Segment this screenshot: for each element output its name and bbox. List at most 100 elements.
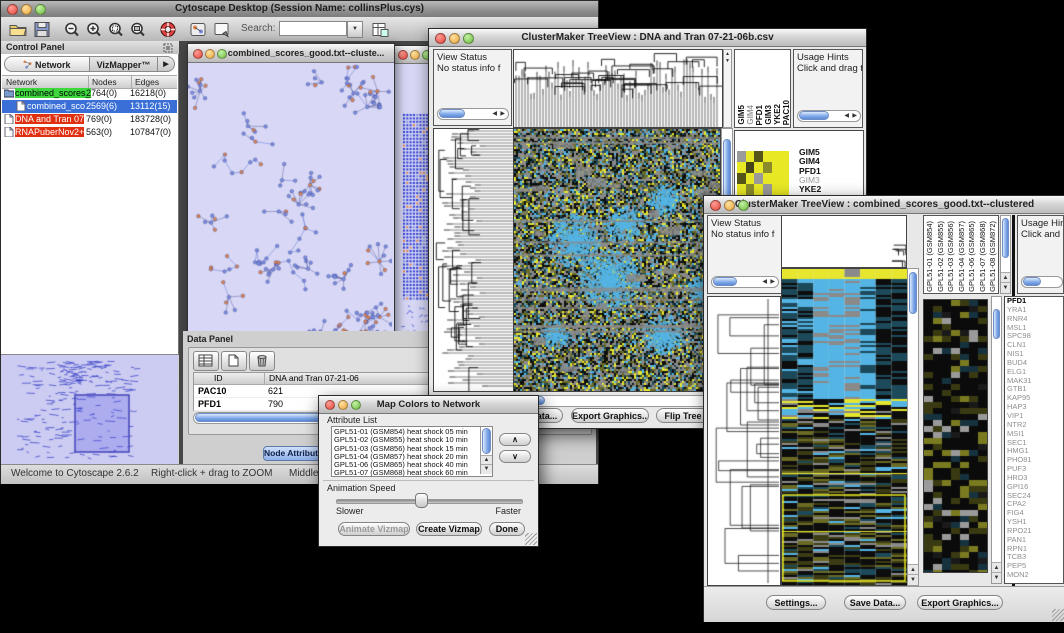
select-attributes-button[interactable] — [193, 351, 219, 371]
vizmapper-icon[interactable] — [189, 21, 207, 38]
zoom-in-icon[interactable] — [85, 21, 103, 38]
attribute-browser-icon[interactable] — [371, 21, 389, 38]
network-table-row[interactable]: combined_sco2569(6)13112(15) — [2, 100, 177, 113]
zoom-button[interactable] — [351, 400, 361, 410]
similarity-cell — [772, 151, 781, 162]
tv2-column-labels-vscrollbar[interactable]: ▲ ▼ — [1000, 215, 1011, 294]
network-canvas-1[interactable] — [188, 63, 392, 373]
main-window-title: Cytoscape Desktop (Session Name: collins… — [1, 1, 598, 17]
tv2-settings-button[interactable]: Settings... — [766, 595, 826, 610]
minimize-button[interactable] — [410, 50, 420, 60]
tv1-row-dendrogram[interactable] — [433, 128, 514, 392]
tv1-status-hscrollbar[interactable]: ◀ ▶ — [437, 108, 509, 120]
move-down-button[interactable]: ∨ — [499, 450, 531, 463]
control-panel-tabs: Network VizMapper™ ▶ — [4, 56, 175, 72]
tv2-usage-hscrollbar[interactable] — [1021, 276, 1063, 288]
network-name: combined_scores_ — [15, 88, 91, 98]
network-table-row[interactable]: DNA and Tran 07769(0)183728(0) — [2, 113, 177, 126]
gene-label[interactable]: MON2 — [1007, 571, 1063, 580]
close-button[interactable] — [398, 50, 408, 60]
tv2-column-dendrogram[interactable] — [781, 215, 907, 268]
nodes-count: 2764(0) — [86, 87, 129, 100]
float-panel-icon[interactable] — [163, 43, 173, 53]
similarity-cell — [746, 184, 755, 195]
done-button[interactable]: Done — [489, 522, 525, 536]
similarity-cell — [754, 184, 763, 195]
tv2-save-data-button[interactable]: Save Data... — [844, 595, 906, 610]
minimize-button[interactable] — [205, 49, 215, 59]
attribute-list-item[interactable]: GPL51-07 (GSM868) heat shock 60 min — [334, 469, 476, 477]
annotation-icon[interactable] — [213, 21, 231, 38]
tv2-column-label: GPL51-07 (GSM868) — [978, 221, 989, 292]
speed-slider-thumb[interactable] — [415, 493, 428, 508]
tv1-column-label: GIM4 — [746, 105, 755, 125]
close-button[interactable] — [435, 33, 446, 44]
zoom-fit-icon[interactable] — [129, 21, 147, 38]
resize-grip[interactable] — [1052, 609, 1064, 621]
open-session-icon[interactable] — [9, 21, 27, 38]
zoom-out-icon[interactable] — [63, 21, 81, 38]
data-panel-title: Data Panel — [187, 334, 233, 344]
new-attribute-button[interactable] — [221, 351, 247, 371]
similarity-cell — [763, 173, 772, 184]
tv2-status-hscrollbar[interactable]: ◀ ▶ — [711, 276, 779, 288]
tv2-zoom-heatmap[interactable] — [923, 299, 988, 573]
network-name: DNA and Tran 07 — [15, 114, 84, 124]
delete-attribute-button[interactable] — [249, 351, 275, 371]
attribute-list-box[interactable]: GPL51-01 (GSM854) heat shock 05 minGPL51… — [331, 426, 493, 477]
animate-vizmap-button[interactable]: Animate Vizmap — [338, 522, 410, 536]
attribute-list-label: Attribute List — [327, 415, 377, 425]
tab-vizmapper[interactable]: VizMapper™ — [90, 56, 158, 72]
close-button[interactable] — [193, 49, 203, 59]
move-up-button[interactable]: ∧ — [499, 433, 531, 446]
tv1-label-scroll-strip[interactable]: ▲ ▼ — [723, 49, 732, 128]
zoom-button[interactable] — [738, 200, 749, 211]
status-pan-hint: Middle- — [289, 465, 322, 483]
search-label: Search: — [241, 17, 275, 41]
similarity-cell — [737, 162, 746, 173]
tv1-column-dendrogram[interactable] — [513, 49, 723, 128]
close-button[interactable] — [325, 400, 335, 410]
network-table-row[interactable]: combined_scores_2764(0)16218(0) — [2, 87, 177, 100]
tv2-view-status-info: No status info f — [708, 229, 781, 242]
tv2-view-status-panel: View Status No status info f ◀ ▶ — [707, 215, 782, 294]
attribute-list-vscrollbar[interactable]: ▲ ▼ — [480, 427, 492, 474]
tv2-gene-list[interactable]: PFD1YRA1RNR4MSL1SPC98CLN1NIS1BUD4ELG1MAK… — [1004, 296, 1064, 584]
minimize-button[interactable] — [449, 33, 460, 44]
tv1-usage-hscrollbar[interactable]: ◀ ▶ — [797, 110, 861, 122]
similarity-cell — [780, 173, 789, 184]
tv1-heatmap[interactable] — [513, 128, 721, 392]
tv2-usage-hints-panel: Usage Hints Click and drag to — [1017, 215, 1064, 294]
file-icon — [4, 127, 14, 137]
search-input[interactable] — [279, 21, 347, 36]
folder-icon — [4, 88, 14, 98]
tv2-heatmap-vscrollbar[interactable]: ▲ ▼ — [907, 268, 919, 586]
speed-slider-track[interactable] — [336, 499, 523, 504]
help-lifering-icon[interactable] — [159, 21, 177, 38]
treeview2-title: ClusterMaker TreeView : combined_scores_… — [735, 199, 1034, 210]
resize-grip[interactable] — [525, 533, 537, 545]
save-session-icon[interactable] — [33, 21, 51, 38]
tv2-heatmap[interactable] — [781, 268, 908, 586]
network-window-1[interactable]: combined_scores_good.txt--cluste... — [187, 43, 395, 375]
tv2-row-dendrogram[interactable] — [707, 296, 781, 586]
network-overview-canvas[interactable] — [1, 354, 178, 464]
tab-more-button[interactable]: ▶ — [158, 56, 175, 72]
tv2-export-graphics-button[interactable]: Export Graphics... — [917, 595, 1003, 610]
tv1-export-graphics-button[interactable]: Export Graphics... — [571, 408, 649, 423]
create-vizmap-button[interactable]: Create Vizmap — [416, 522, 482, 536]
minimize-button[interactable] — [338, 400, 348, 410]
network-table-row[interactable]: RNAPuberNov2+563(0)107847(0) — [2, 126, 177, 139]
tv1-view-status-panel: View Status No status info f ◀ ▶ — [433, 49, 512, 126]
search-dropdown-button[interactable]: ▼ — [347, 21, 363, 38]
zoom-button[interactable] — [463, 33, 474, 44]
zoom-selected-icon[interactable] — [107, 21, 125, 38]
main-titlebar[interactable]: Cytoscape Desktop (Session Name: collins… — [1, 1, 598, 18]
zoom-button[interactable] — [217, 49, 227, 59]
close-button[interactable] — [710, 200, 721, 211]
tab-network[interactable]: Network — [4, 56, 90, 72]
minimize-button[interactable] — [724, 200, 735, 211]
tv2-column-label: GPL51-04 (GSM857) — [957, 221, 968, 292]
tv2-genelist-vscrollbar[interactable]: ▲ ▼ — [991, 296, 1002, 584]
tv1-column-labels-panel: GIM5GIM4PFD1GIM3YKE2PAC10 — [734, 49, 791, 128]
